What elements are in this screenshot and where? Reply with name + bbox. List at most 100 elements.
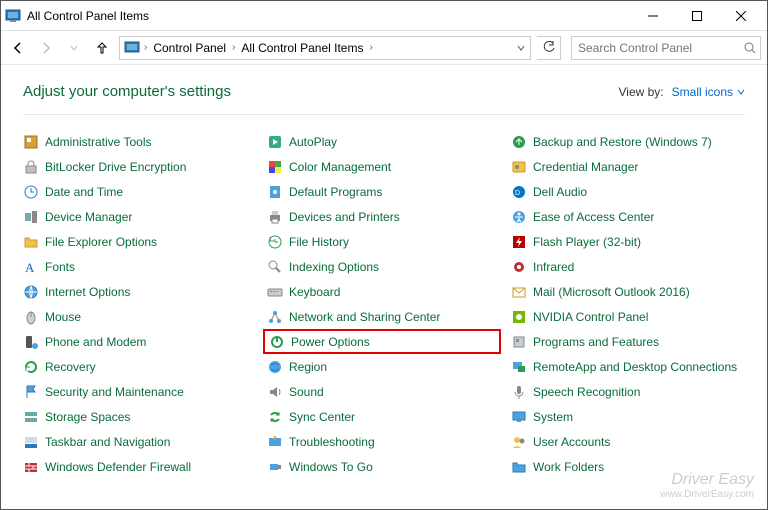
item-label: Programs and Features <box>533 335 659 349</box>
item-device-manager[interactable]: Device Manager <box>23 204 257 229</box>
titlebar: All Control Panel Items <box>1 1 767 31</box>
folder-icon <box>23 234 39 250</box>
item-default-programs[interactable]: Default Programs <box>267 179 501 204</box>
item-system[interactable]: System <box>511 404 745 429</box>
item-user-accounts[interactable]: User Accounts <box>511 429 745 454</box>
item-mouse[interactable]: Mouse <box>23 304 257 329</box>
address-dropdown[interactable] <box>516 43 526 53</box>
item-indexing-options[interactable]: Indexing Options <box>267 254 501 279</box>
item-label: Mail (Microsoft Outlook 2016) <box>533 285 690 299</box>
item-file-explorer-options[interactable]: File Explorer Options <box>23 229 257 254</box>
item-taskbar-navigation[interactable]: Taskbar and Navigation <box>23 429 257 454</box>
speech-icon <box>511 384 527 400</box>
item-label: Administrative Tools <box>45 135 152 149</box>
item-label: Network and Sharing Center <box>289 310 440 324</box>
item-label: Windows To Go <box>289 460 373 474</box>
item-recovery[interactable]: Recovery <box>23 354 257 379</box>
history-icon <box>267 234 283 250</box>
troubleshoot-icon <box>267 434 283 450</box>
refresh-button[interactable] <box>537 36 561 60</box>
item-sync-center[interactable]: Sync Center <box>267 404 501 429</box>
item-label: Date and Time <box>45 185 123 199</box>
up-button[interactable] <box>91 37 113 59</box>
item-phone-modem[interactable]: Phone and Modem <box>23 329 257 354</box>
font-icon: A <box>23 259 39 275</box>
view-by-label: View by: <box>619 85 664 99</box>
item-label: Ease of Access Center <box>533 210 654 224</box>
breadcrumb-control-panel[interactable]: Control Panel <box>151 41 228 55</box>
forward-button <box>35 37 57 59</box>
item-internet-options[interactable]: Internet Options <box>23 279 257 304</box>
search-box[interactable] <box>571 36 761 60</box>
autoplay-icon <box>267 134 283 150</box>
item-label: Speech Recognition <box>533 385 640 399</box>
region-icon <box>267 359 283 375</box>
breadcrumb-all-items[interactable]: All Control Panel Items <box>239 41 365 55</box>
recent-dropdown[interactable] <box>63 37 85 59</box>
item-label: System <box>533 410 573 424</box>
item-backup-restore[interactable]: Backup and Restore (Windows 7) <box>511 129 745 154</box>
item-keyboard[interactable]: Keyboard <box>267 279 501 304</box>
item-label: Sound <box>289 385 324 399</box>
view-by-control: View by: Small icons <box>619 85 746 99</box>
watermark: Driver Easy www.DriverEasy.com <box>660 471 754 500</box>
close-button[interactable] <box>719 2 763 30</box>
item-security-maintenance[interactable]: Security and Maintenance <box>23 379 257 404</box>
item-firewall[interactable]: Windows Defender Firewall <box>23 454 257 479</box>
item-sound[interactable]: Sound <box>267 379 501 404</box>
item-label: Keyboard <box>289 285 340 299</box>
item-storage-spaces[interactable]: Storage Spaces <box>23 404 257 429</box>
item-troubleshooting[interactable]: Troubleshooting <box>267 429 501 454</box>
item-date-time[interactable]: Date and Time <box>23 179 257 204</box>
maximize-button[interactable] <box>675 2 719 30</box>
item-bitlocker[interactable]: BitLocker Drive Encryption <box>23 154 257 179</box>
item-ease-of-access[interactable]: Ease of Access Center <box>511 204 745 229</box>
chevron-right-icon: › <box>232 42 235 53</box>
back-button[interactable] <box>7 37 29 59</box>
workfolders-icon <box>511 459 527 475</box>
item-autoplay[interactable]: AutoPlay <box>267 129 501 154</box>
item-color-management[interactable]: Color Management <box>267 154 501 179</box>
togo-icon <box>267 459 283 475</box>
item-infrared[interactable]: Infrared <box>511 254 745 279</box>
item-programs-features[interactable]: Programs and Features <box>511 329 745 354</box>
item-administrative-tools[interactable]: Administrative Tools <box>23 129 257 154</box>
item-fonts[interactable]: AFonts <box>23 254 257 279</box>
item-label: Infrared <box>533 260 574 274</box>
item-label: Dell Audio <box>533 185 587 199</box>
item-region[interactable]: Region <box>267 354 501 379</box>
sync-icon <box>267 409 283 425</box>
item-network-sharing[interactable]: Network and Sharing Center <box>267 304 501 329</box>
item-speech-recognition[interactable]: Speech Recognition <box>511 379 745 404</box>
item-devices-printers[interactable]: Devices and Printers <box>267 204 501 229</box>
recovery-icon <box>23 359 39 375</box>
minimize-button[interactable] <box>631 2 675 30</box>
item-mail[interactable]: Mail (Microsoft Outlook 2016) <box>511 279 745 304</box>
view-by-dropdown[interactable]: Small icons <box>672 85 745 99</box>
item-flash-player[interactable]: Flash Player (32-bit) <box>511 229 745 254</box>
item-label: Mouse <box>45 310 81 324</box>
search-input[interactable] <box>572 41 739 55</box>
item-label: Work Folders <box>533 460 604 474</box>
mouse-icon <box>23 309 39 325</box>
item-label: Storage Spaces <box>45 410 130 424</box>
remote-icon <box>511 359 527 375</box>
taskbar-icon <box>23 434 39 450</box>
programs-icon <box>511 334 527 350</box>
item-dell-audio[interactable]: DDell Audio <box>511 179 745 204</box>
item-label: Sync Center <box>289 410 355 424</box>
item-file-history[interactable]: File History <box>267 229 501 254</box>
ease-icon <box>511 209 527 225</box>
lock-icon <box>23 159 39 175</box>
item-credential-manager[interactable]: Credential Manager <box>511 154 745 179</box>
address-bar[interactable]: › Control Panel › All Control Panel Item… <box>119 36 531 60</box>
item-power-options[interactable]: Power Options <box>263 329 501 354</box>
infrared-icon <box>511 259 527 275</box>
item-nvidia[interactable]: NVIDIA Control Panel <box>511 304 745 329</box>
item-remoteapp[interactable]: RemoteApp and Desktop Connections <box>511 354 745 379</box>
control-panel-icon <box>5 8 21 24</box>
item-label: Power Options <box>291 335 370 349</box>
search-icon[interactable] <box>739 41 760 55</box>
power-icon <box>269 334 285 350</box>
item-windows-to-go[interactable]: Windows To Go <box>267 454 501 479</box>
